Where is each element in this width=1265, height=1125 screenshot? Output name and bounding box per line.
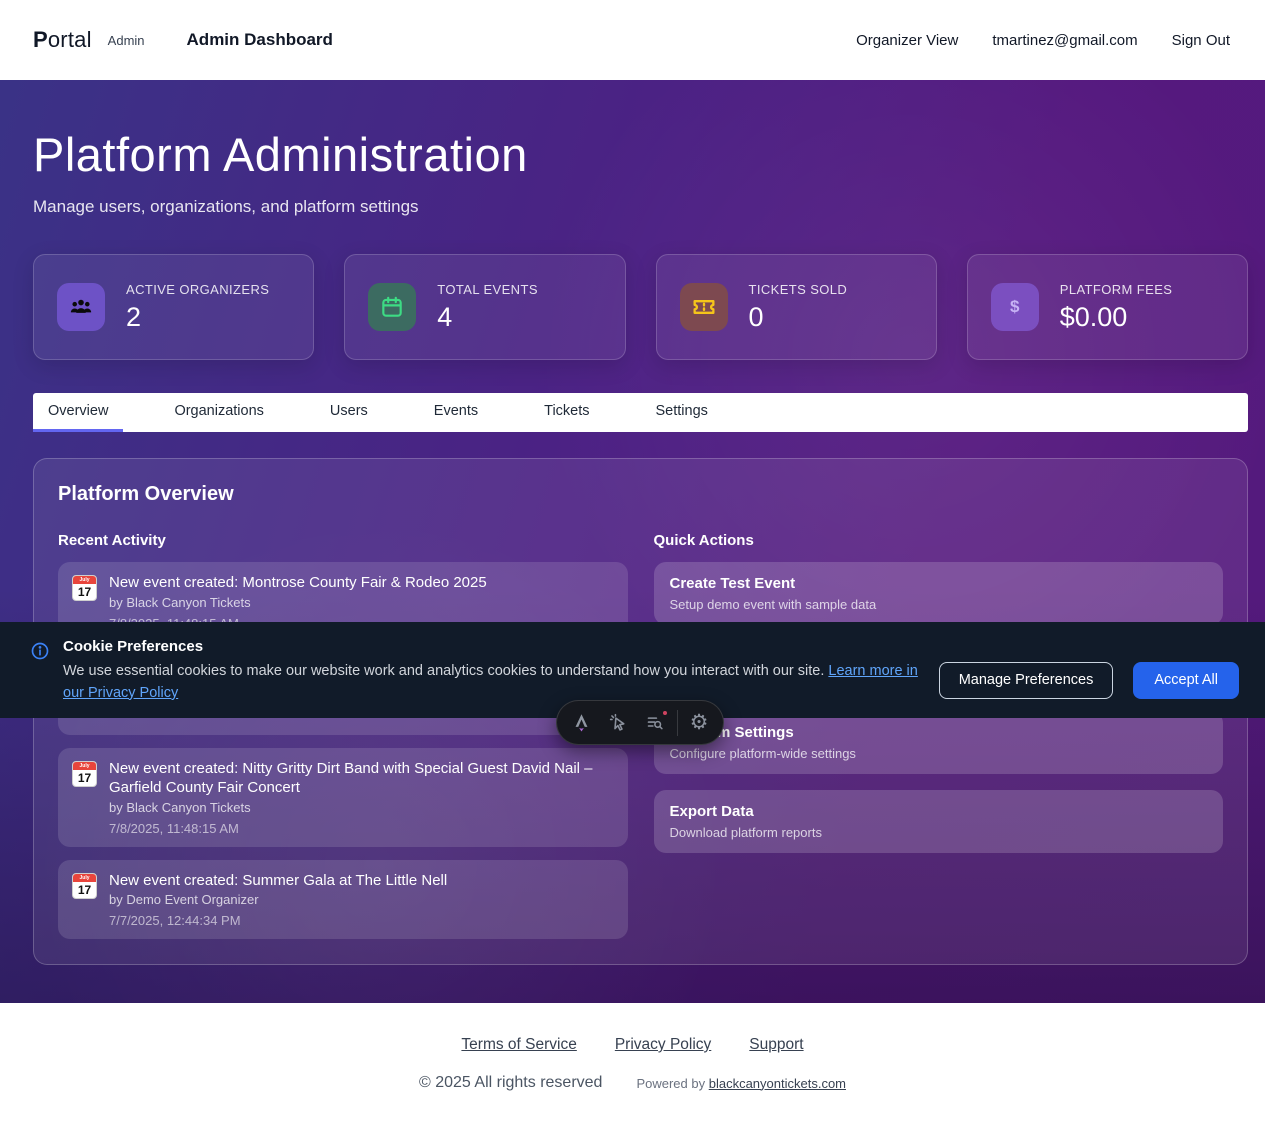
header-nav: Organizer View tmartinez@gmail.com Sign … (856, 32, 1230, 49)
recent-activity-heading: Recent Activity (58, 532, 628, 549)
activity-title: New event created: Summer Gala at The Li… (109, 871, 447, 891)
toolbar-divider (677, 710, 678, 736)
quick-action-title: Export Data (670, 803, 1208, 820)
main-content: Platform Administration Manage users, or… (0, 80, 1265, 1003)
user-email: tmartinez@gmail.com (992, 32, 1137, 49)
quick-action-platform-settings[interactable]: Platform Settings Configure platform-wid… (654, 711, 1224, 774)
calendar-date-icon: July17 (72, 575, 97, 601)
hero-subtitle: Manage users, organizations, and platfor… (33, 197, 1248, 217)
calendar-date-icon: July17 (72, 873, 97, 899)
terms-of-service-link[interactable]: Terms of Service (461, 1036, 576, 1054)
manage-preferences-button[interactable]: Manage Preferences (939, 662, 1114, 699)
quick-action-desc: Setup demo event with sample data (670, 597, 1208, 612)
astro-logo-icon[interactable] (563, 712, 600, 733)
activity-timestamp: 7/8/2025, 11:48:15 AM (109, 821, 614, 836)
cookie-banner-body: We use essential cookies to make our web… (63, 661, 919, 705)
inspect-cursor-icon[interactable] (600, 712, 637, 733)
info-icon (30, 641, 50, 661)
panel-title: Platform Overview (58, 483, 1223, 506)
brand-initial: P (33, 27, 48, 52)
top-navbar: Portal Admin Admin Dashboard Organizer V… (0, 0, 1265, 80)
organizer-view-link[interactable]: Organizer View (856, 32, 958, 49)
brand-logo[interactable]: Portal (33, 27, 92, 53)
activity-item: July17 New event created: Nitty Gritty D… (58, 748, 628, 847)
admin-badge: Admin (108, 33, 145, 48)
tab-users[interactable]: Users (315, 393, 383, 432)
powered-by-link[interactable]: blackcanyontickets.com (709, 1076, 846, 1091)
hero-title: Platform Administration (33, 80, 1248, 182)
dev-toolbar: ⚙ (556, 700, 724, 745)
tab-bar: Overview Organizations Users Events Tick… (33, 393, 1248, 432)
activity-organizer: by Demo Event Organizer (109, 892, 447, 907)
quick-actions-heading: Quick Actions (654, 532, 1224, 549)
stat-card-total-events: TOTAL EVENTS 4 (344, 254, 625, 360)
tab-organizations[interactable]: Organizations (159, 393, 278, 432)
privacy-policy-link[interactable]: Privacy Policy (615, 1036, 711, 1054)
notification-dot (661, 709, 669, 717)
page-title: Admin Dashboard (187, 30, 333, 50)
stat-label: PLATFORM FEES (1060, 282, 1173, 297)
stat-card-tickets-sold: TICKETS SOLD 0 (656, 254, 937, 360)
stat-value: $0.00 (1060, 302, 1173, 333)
stat-value: 0 (749, 302, 848, 333)
powered-by: Powered by blackcanyontickets.com (636, 1076, 846, 1091)
activity-title: New event created: Montrose County Fair … (109, 573, 487, 593)
quick-action-title: Platform Settings (670, 724, 1208, 741)
quick-action-desc: Download platform reports (670, 825, 1208, 840)
audit-icon[interactable] (637, 712, 674, 733)
stat-label: TOTAL EVENTS (437, 282, 538, 297)
admin-dashboard-page: Portal Admin Admin Dashboard Organizer V… (0, 0, 1265, 1125)
people-icon (57, 283, 105, 331)
sign-out-link[interactable]: Sign Out (1172, 32, 1230, 49)
accept-all-button[interactable]: Accept All (1133, 662, 1239, 699)
activity-timestamp: 7/7/2025, 12:44:34 PM (109, 913, 447, 928)
activity-organizer: by Black Canyon Tickets (109, 595, 487, 610)
quick-action-desc: Configure platform-wide settings (670, 746, 1208, 761)
cookie-banner-title: Cookie Preferences (63, 638, 919, 655)
ticket-icon (680, 283, 728, 331)
stat-label: ACTIVE ORGANIZERS (126, 282, 269, 297)
quick-action-title: Create Test Event (670, 575, 1208, 592)
footer: Terms of Service Privacy Policy Support … (0, 1003, 1265, 1125)
settings-gear-icon[interactable]: ⚙ (681, 712, 718, 733)
stat-value: 2 (126, 302, 269, 333)
tab-tickets[interactable]: Tickets (529, 393, 604, 432)
activity-title: New event created: Nitty Gritty Dirt Ban… (109, 759, 614, 798)
stat-value: 4 (437, 302, 538, 333)
stat-label: TICKETS SOLD (749, 282, 848, 297)
brand-rest: ortal (48, 27, 92, 52)
calendar-date-icon: July17 (72, 761, 97, 787)
dollar-icon: $ (991, 283, 1039, 331)
stats-row: ACTIVE ORGANIZERS 2 TOTAL EVENTS 4 (33, 254, 1248, 360)
activity-item: July17 New event created: Summer Gala at… (58, 860, 628, 940)
support-link[interactable]: Support (749, 1036, 803, 1054)
quick-action-export-data[interactable]: Export Data Download platform reports (654, 790, 1224, 853)
tab-events[interactable]: Events (419, 393, 493, 432)
recent-activity-column: Recent Activity July17 New event created… (58, 532, 628, 952)
stat-card-platform-fees: $ PLATFORM FEES $0.00 (967, 254, 1248, 360)
copyright-text: © 2025 All rights reserved (419, 1074, 602, 1092)
stat-card-active-organizers: ACTIVE ORGANIZERS 2 (33, 254, 314, 360)
tab-overview[interactable]: Overview (33, 393, 123, 432)
quick-action-create-test-event[interactable]: Create Test Event Setup demo event with … (654, 562, 1224, 625)
tab-settings[interactable]: Settings (641, 393, 723, 432)
calendar-icon (368, 283, 416, 331)
quick-actions-column: Quick Actions Create Test Event Setup de… (654, 532, 1224, 952)
activity-organizer: by Black Canyon Tickets (109, 800, 614, 815)
